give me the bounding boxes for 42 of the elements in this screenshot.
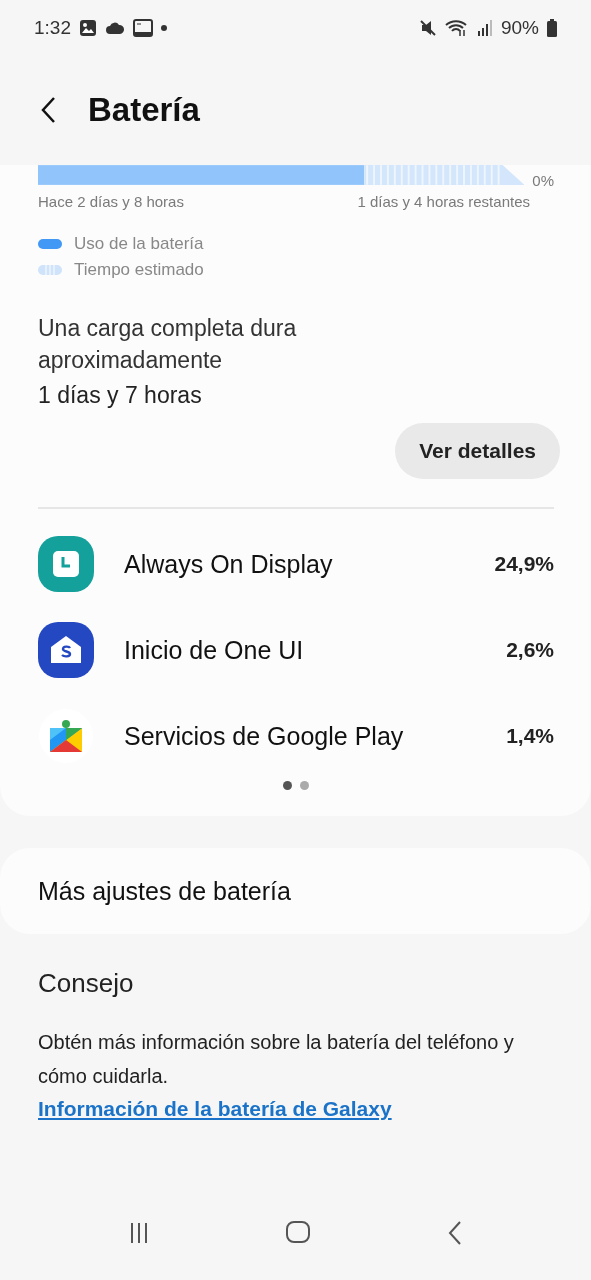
app-icon bbox=[38, 622, 94, 678]
legend-swatch-icon bbox=[38, 239, 62, 249]
app-usage-row[interactable]: Servicios de Google Play 1,4% bbox=[38, 693, 554, 779]
usage-percentage: 2,6% bbox=[506, 638, 554, 662]
terminal-icon bbox=[133, 18, 153, 37]
usage-percentage: 1,4% bbox=[506, 724, 554, 748]
app-usage-row[interactable]: Inicio de One UI 2,6% bbox=[38, 607, 554, 693]
info-link[interactable]: Información de la batería de Galaxy bbox=[38, 1097, 392, 1121]
app-icon bbox=[38, 536, 94, 592]
page-indicator-dot[interactable] bbox=[283, 781, 292, 790]
dot-icon bbox=[161, 24, 167, 31]
full-charge-text: Una carga completa dura aproximadamente bbox=[38, 314, 298, 375]
back-icon bbox=[448, 1221, 463, 1245]
wifi-icon bbox=[444, 18, 469, 37]
home-icon bbox=[286, 1221, 311, 1245]
image-icon bbox=[79, 18, 97, 37]
clock-time: 1:32 bbox=[34, 16, 71, 39]
start-time-label: Hace 2 días y 8 horas bbox=[38, 193, 184, 210]
page-indicator-dot[interactable] bbox=[300, 781, 309, 790]
tip-text: Obtén más información sobre la batería del teléfono y cómo cuidarla. bbox=[38, 1030, 515, 1089]
app-name: Always On Display bbox=[124, 549, 334, 579]
signal-icon bbox=[476, 18, 493, 37]
page-title: Batería bbox=[88, 91, 200, 129]
legend-swatch-icon bbox=[38, 265, 62, 275]
back-icon bbox=[40, 96, 56, 124]
full-charge-duration: 1 días y 7 horas bbox=[38, 382, 203, 409]
app-name: Inicio de One UI bbox=[124, 635, 305, 665]
mute-icon bbox=[418, 18, 437, 37]
more-settings-item[interactable]: Más ajustes de batería bbox=[0, 848, 591, 934]
battery-percentage: 90% bbox=[500, 16, 539, 39]
usage-percentage: 24,9% bbox=[494, 552, 554, 576]
app-usage-row[interactable]: Always On Display 24,9% bbox=[38, 521, 554, 607]
cloud-icon bbox=[105, 20, 125, 35]
legend-label: Tiempo estimado bbox=[74, 260, 204, 280]
battery-icon bbox=[547, 18, 557, 37]
app-name: Servicios de Google Play bbox=[124, 721, 405, 751]
details-button[interactable]: Ver detalles bbox=[395, 423, 560, 479]
graph-axis-label: 0% bbox=[532, 172, 554, 189]
recent-apps-icon bbox=[128, 1221, 149, 1245]
remaining-time-label: 1 días y 4 horas restantes bbox=[357, 193, 530, 210]
section-title: Consejo bbox=[38, 968, 135, 999]
legend-label: Uso de la batería bbox=[74, 234, 204, 254]
